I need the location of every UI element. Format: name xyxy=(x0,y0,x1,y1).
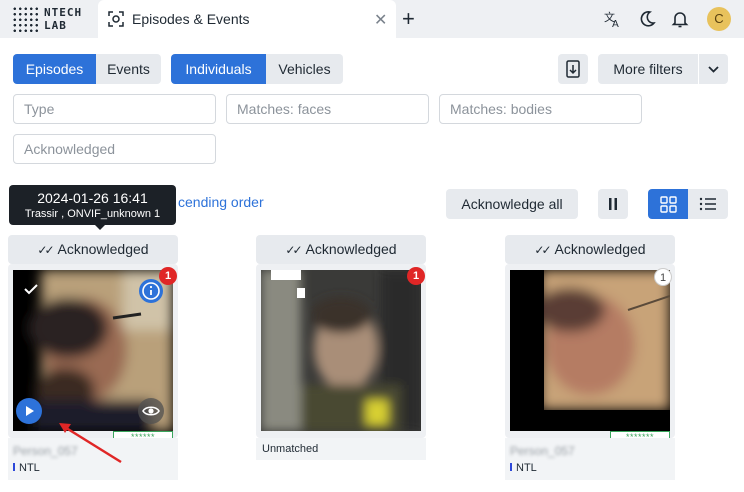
matches-bodies-filter-select[interactable]: Matches: bodies xyxy=(439,94,642,124)
export-button[interactable] xyxy=(558,54,588,84)
matches-faces-filter-select[interactable]: Matches: faces xyxy=(226,94,429,124)
tab-title: Episodes & Events xyxy=(132,11,250,27)
bell-icon[interactable] xyxy=(670,9,690,29)
card-2-meta: Unmatched xyxy=(256,438,426,460)
info-icon xyxy=(142,282,160,300)
type-filter-select[interactable]: Type xyxy=(13,94,216,124)
double-check-icon: ✓✓ xyxy=(534,243,551,257)
tooltip-datetime: 2024-01-26 16:41 xyxy=(37,190,148,206)
card-1-count-badge: 1 xyxy=(159,267,177,285)
tooltip-arrow xyxy=(95,225,105,230)
more-filters-button[interactable]: More filters xyxy=(598,54,698,84)
pause-button[interactable] xyxy=(598,189,628,219)
grid-icon xyxy=(660,196,677,213)
list-view-button[interactable] xyxy=(688,189,728,219)
face-image-2 xyxy=(261,270,421,431)
selected-check-icon[interactable] xyxy=(23,281,39,297)
face-image-3 xyxy=(510,270,670,431)
moon-icon[interactable] xyxy=(637,9,657,29)
source-color-marker xyxy=(13,463,15,471)
acknowledge-all-button[interactable]: Acknowledge all xyxy=(446,189,578,219)
double-check-icon: ✓✓ xyxy=(285,243,302,257)
tab-episodes-events[interactable]: Episodes & Events ✕ xyxy=(98,0,396,38)
tab-vehicles[interactable]: Vehicles xyxy=(266,54,343,84)
play-icon xyxy=(26,406,34,416)
tab-individuals[interactable]: Individuals xyxy=(171,54,266,84)
episode-card-3[interactable]: 1 xyxy=(505,264,675,438)
card-3-meta: Person_057 NTL xyxy=(505,438,675,480)
card-3-thumbnail[interactable] xyxy=(510,270,670,431)
logo-line1: NTECH xyxy=(44,6,83,19)
card-2-count-badge: 1 xyxy=(407,267,425,285)
tab-events[interactable]: Events xyxy=(96,54,161,84)
episodes-tab-icon xyxy=(108,11,124,27)
svg-text:A: A xyxy=(612,19,619,29)
export-download-icon xyxy=(566,60,580,78)
double-check-icon: ✓✓ xyxy=(37,243,54,257)
card-1-source: NTL xyxy=(13,462,40,474)
episode-card-1[interactable]: 1 xyxy=(8,264,178,438)
tooltip-camera: Trassir , ONVIF_unknown 1 xyxy=(24,208,161,220)
chevron-down-icon xyxy=(708,66,719,73)
logo-line2: LAB xyxy=(44,19,67,32)
ntech-logo[interactable]: NTECH LAB xyxy=(12,6,102,34)
card-3-source: NTL xyxy=(510,462,537,474)
view-button[interactable] xyxy=(138,398,164,424)
card-2-ack-status[interactable]: ✓✓ Acknowledged xyxy=(256,235,426,264)
red-arrow-annotation xyxy=(59,423,122,464)
close-tab-icon[interactable]: ✕ xyxy=(374,10,387,30)
more-filters-dropdown-button[interactable] xyxy=(699,54,728,84)
sort-order-link[interactable]: cending order xyxy=(178,194,264,210)
card-3-ack-status[interactable]: ✓✓ Acknowledged xyxy=(505,235,675,264)
tab-episodes[interactable]: Episodes xyxy=(13,54,96,84)
info-button[interactable] xyxy=(139,279,163,303)
play-button[interactable] xyxy=(16,398,42,424)
top-bar: NTECH LAB Episodes & Events ✕ + 文 A C xyxy=(0,0,744,38)
acknowledged-filter-select[interactable]: Acknowledged xyxy=(13,134,216,164)
user-avatar[interactable]: C xyxy=(707,7,731,31)
logo-dots-icon xyxy=(12,6,40,34)
card-3-person-name[interactable]: Person_057 xyxy=(510,444,575,458)
card-1-ack-status[interactable]: ✓✓ Acknowledged xyxy=(8,235,178,264)
new-tab-plus-icon[interactable]: + xyxy=(402,6,415,32)
eye-icon xyxy=(142,406,160,416)
card-3-count-badge: 1 xyxy=(654,268,672,286)
translate-icon[interactable]: 文 A xyxy=(603,9,623,29)
card-2-thumbnail[interactable] xyxy=(261,270,421,431)
card-2-match-status: Unmatched xyxy=(262,443,319,455)
episode-tooltip: 2024-01-26 16:41 Trassir , ONVIF_unknown… xyxy=(9,185,176,230)
episode-card-2[interactable]: 1 xyxy=(256,264,426,438)
source-color-marker xyxy=(510,463,512,471)
grid-view-button[interactable] xyxy=(648,189,688,219)
pause-icon xyxy=(609,198,617,210)
list-icon xyxy=(699,197,716,211)
